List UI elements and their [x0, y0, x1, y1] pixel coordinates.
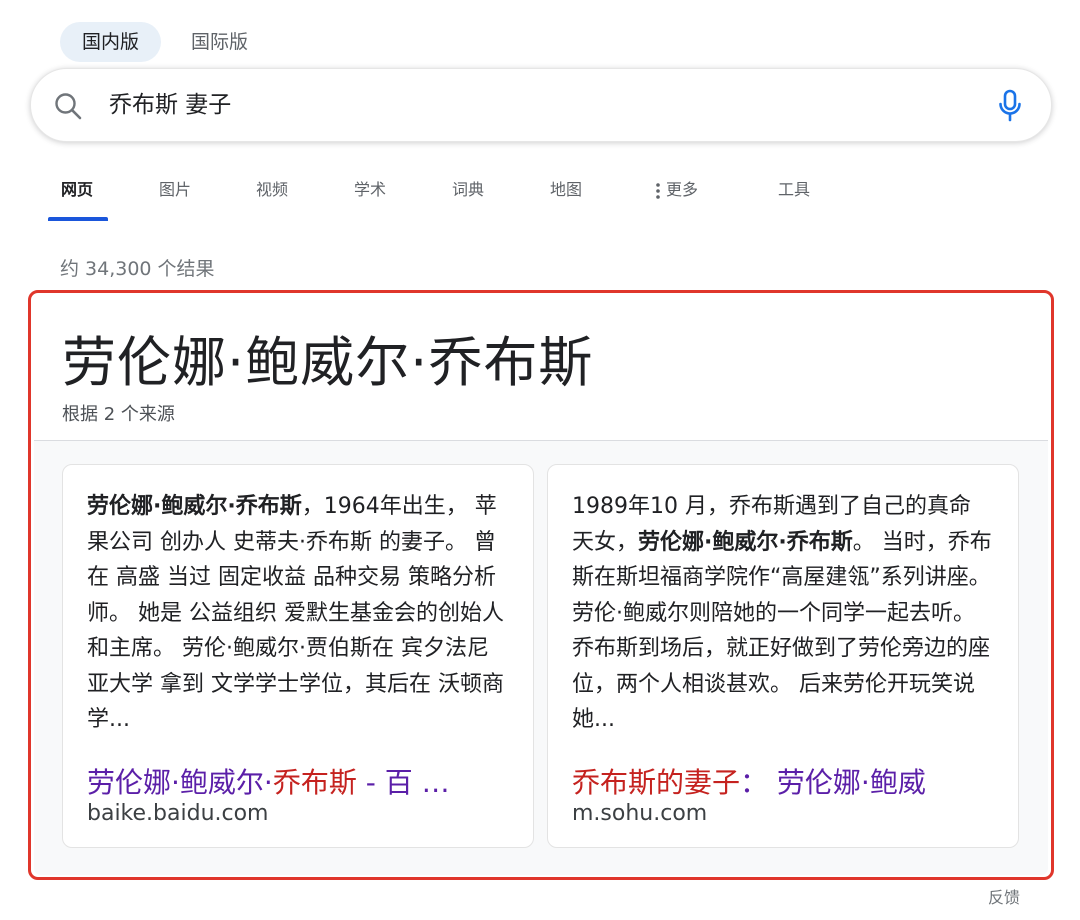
tab-more[interactable]: 更多 [656, 178, 698, 202]
tab-images[interactable]: 图片 [159, 178, 191, 202]
search-icon[interactable] [53, 91, 83, 121]
search-tabs: 网页 图片 视频 学术 词典 地图 更多 工具 [0, 160, 1080, 224]
tab-tools[interactable]: 工具 [778, 178, 810, 202]
tab-dictionary[interactable]: 词典 [452, 178, 484, 202]
region-domestic-button[interactable]: 国内版 [60, 22, 162, 62]
tab-maps[interactable]: 地图 [550, 178, 582, 202]
feedback-link[interactable]: 反馈 [988, 884, 1020, 908]
search-input[interactable]: 乔布斯 妻子 [109, 69, 231, 141]
search-bar[interactable]: 乔布斯 妻子 [30, 68, 1052, 142]
microphone-icon[interactable] [997, 89, 1023, 123]
search-results-page: 国内版 国际版 乔布斯 妻子 网页 图片 视频 学术 词典 地图 更多 工具 约… [0, 0, 1080, 920]
active-tab-indicator [48, 217, 108, 221]
region-international-button[interactable]: 国际版 [169, 22, 270, 62]
tab-web[interactable]: 网页 [61, 178, 93, 202]
highlight-frame [28, 290, 1054, 880]
region-toggle: 国内版 国际版 [60, 22, 270, 62]
tab-videos[interactable]: 视频 [256, 178, 288, 202]
tab-academic[interactable]: 学术 [354, 178, 386, 202]
more-vertical-icon [656, 182, 660, 199]
tab-more-label: 更多 [666, 180, 699, 199]
result-count: 约 34,300 个结果 [60, 258, 215, 280]
